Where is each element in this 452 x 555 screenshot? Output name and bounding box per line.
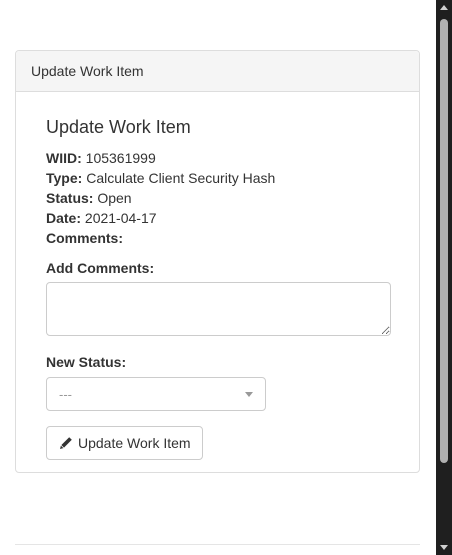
update-work-item-button-label: Update Work Item	[78, 435, 191, 451]
vertical-scrollbar[interactable]	[436, 0, 452, 555]
status-value: Open	[97, 190, 132, 206]
status-row: Status: Open	[46, 188, 132, 208]
comments-row: Comments:	[46, 228, 123, 248]
date-value: 2021-04-17	[84, 210, 157, 226]
wiid-label: WIID:	[46, 150, 82, 166]
type-label: Type:	[46, 170, 83, 186]
status-label: Status:	[46, 190, 94, 206]
wiid-row: WIID: 105361999	[46, 148, 156, 168]
type-value: Calculate Client Security Hash	[86, 170, 276, 186]
date-label: Date:	[46, 210, 82, 226]
scrollbar-thumb[interactable]	[440, 19, 448, 463]
divider	[15, 544, 420, 545]
add-comments-label: Add Comments:	[46, 260, 155, 276]
type-row: Type: Calculate Client Security Hash	[46, 168, 275, 188]
new-status-select[interactable]: ---	[46, 377, 266, 411]
scroll-up-arrow-icon[interactable]	[440, 5, 448, 10]
panel-heading: Update Work Item	[16, 51, 419, 92]
add-comments-textarea[interactable]	[46, 282, 391, 336]
caret-down-icon	[245, 392, 253, 397]
update-work-item-panel: Update Work Item Update Work Item WIID: …	[15, 50, 420, 473]
pencil-icon	[59, 436, 73, 450]
date-row: Date: 2021-04-17	[46, 208, 157, 228]
new-status-selected-value: ---	[59, 387, 72, 402]
form-title: Update Work Item	[46, 117, 191, 137]
scroll-down-arrow-icon[interactable]	[440, 545, 448, 550]
new-status-label: New Status:	[46, 354, 127, 370]
comments-label: Comments:	[46, 230, 124, 246]
wiid-value: 105361999	[85, 150, 156, 166]
update-work-item-button[interactable]: Update Work Item	[46, 426, 203, 460]
